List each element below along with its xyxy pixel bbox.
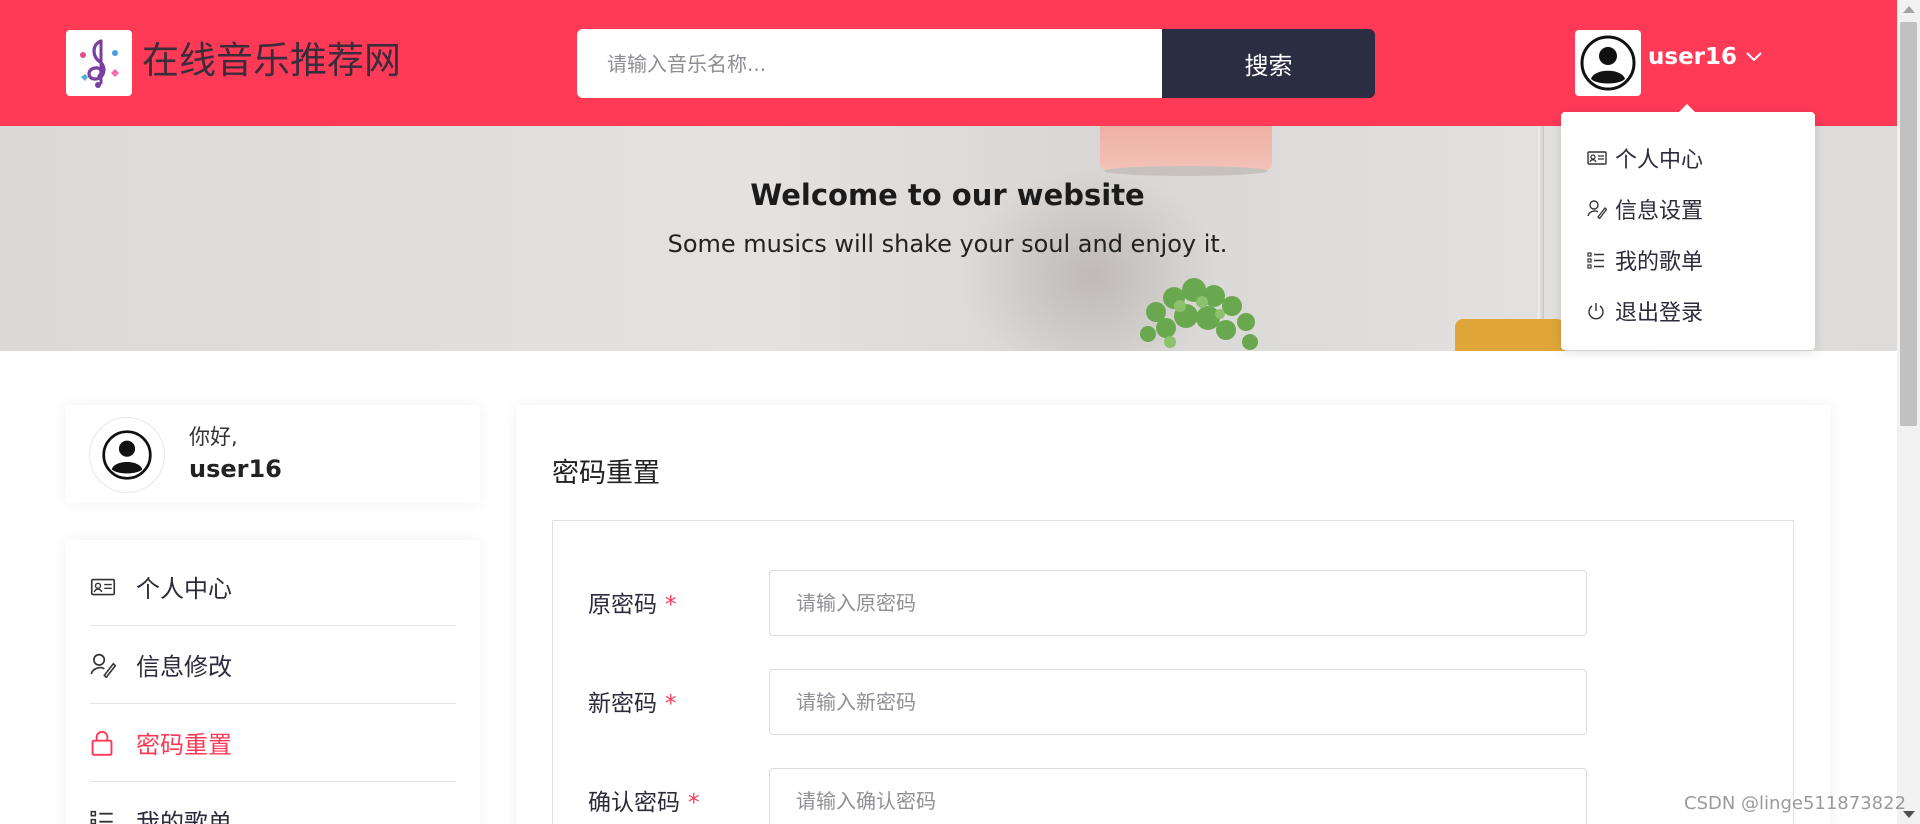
power-icon — [1587, 301, 1607, 321]
new-password-input[interactable] — [769, 669, 1587, 735]
dropdown-item-label: 信息设置 — [1615, 198, 1704, 224]
lock-icon — [90, 729, 118, 757]
user-avatar-icon — [102, 430, 152, 480]
scroll-up-arrow-icon[interactable] — [1903, 6, 1915, 13]
site-title: 在线音乐推荐网 — [142, 39, 401, 82]
sidebar-item-label: 个人中心 — [136, 575, 232, 603]
user-dropdown-menu: 个人中心 信息设置 我的歌单 退出登录 — [1561, 104, 1815, 350]
header-avatar[interactable] — [1575, 30, 1641, 96]
search-button[interactable]: 搜索 — [1162, 29, 1375, 98]
header-username: user16 — [1648, 44, 1738, 70]
password-reset-panel: 密码重置 原密码 * 新密码 * 确认密码 * — [516, 405, 1830, 824]
avatar[interactable] — [89, 417, 165, 493]
sidebar-item-password-reset[interactable]: 密码重置 — [90, 704, 456, 782]
dropdown-item-label: 个人中心 — [1615, 147, 1704, 173]
sidebar-item-profile[interactable]: 个人中心 — [90, 548, 456, 626]
dropdown-item-label: 退出登录 — [1615, 300, 1704, 326]
sidebar-item-playlist[interactable]: 我的歌单 — [90, 782, 456, 824]
music-note-icon — [80, 39, 119, 88]
field-label-text: 原密码 — [588, 592, 657, 618]
dropdown-item-logout[interactable]: 退出登录 — [1561, 285, 1815, 336]
user-avatar-icon — [1580, 35, 1636, 91]
required-mark: * — [665, 691, 677, 717]
sidebar-item-label: 密码重置 — [136, 731, 232, 759]
chevron-down-icon — [1746, 52, 1762, 62]
scrollbar-thumb[interactable] — [1900, 22, 1917, 426]
search-input[interactable] — [577, 29, 1163, 98]
id-card-icon — [1587, 148, 1607, 168]
watermark-text: CSDN @linge511873822 — [1684, 793, 1907, 814]
password-reset-form: 原密码 * 新密码 * 确认密码 * — [552, 520, 1794, 824]
form-row-confirm-password: 确认密码 * — [553, 768, 1793, 824]
old-password-input[interactable] — [769, 570, 1587, 636]
list-icon — [1587, 250, 1607, 270]
dropdown-item-label: 我的歌单 — [1615, 249, 1704, 275]
hero-plant-image — [1140, 278, 1258, 350]
required-mark: * — [688, 790, 700, 816]
top-header: 在线音乐推荐网 搜索 user16 — [0, 0, 1897, 126]
dropdown-item-playlist[interactable]: 我的歌单 — [1561, 234, 1815, 285]
sidebar-item-label: 信息修改 — [136, 653, 232, 681]
field-label: 新密码 * — [588, 684, 677, 718]
greeting-text: 你好, — [189, 425, 238, 449]
hero-chair-image — [1455, 319, 1565, 351]
user-edit-icon — [90, 651, 118, 679]
list-icon — [90, 807, 118, 824]
dropdown-item-profile[interactable]: 个人中心 — [1561, 132, 1815, 183]
required-mark: * — [665, 592, 677, 618]
site-logo[interactable] — [66, 30, 132, 96]
confirm-password-input[interactable] — [769, 768, 1587, 824]
form-row-new-password: 新密码 * — [553, 669, 1793, 735]
page-title: 密码重置 — [552, 458, 660, 489]
user-info-card: 你好, user16 — [66, 405, 480, 503]
user-edit-icon — [1587, 199, 1607, 219]
user-card-username: user16 — [189, 455, 282, 483]
hero-lamp-rim — [1104, 166, 1268, 176]
hero-lamp-image — [1100, 126, 1272, 170]
field-label: 确认密码 * — [588, 783, 700, 817]
sidebar-menu: 个人中心 信息修改 密码重置 我的歌单 — [66, 540, 480, 824]
sidebar-item-label: 我的歌单 — [136, 809, 232, 824]
field-label-text: 确认密码 — [588, 790, 680, 816]
field-label: 原密码 * — [588, 585, 677, 619]
form-row-old-password: 原密码 * — [553, 570, 1793, 636]
field-label-text: 新密码 — [588, 691, 657, 717]
dropdown-item-settings[interactable]: 信息设置 — [1561, 183, 1815, 234]
id-card-icon — [90, 573, 118, 601]
header-user-menu-trigger[interactable]: user16 — [1648, 44, 1763, 70]
page-scrollbar[interactable] — [1897, 0, 1920, 824]
sidebar-item-edit-info[interactable]: 信息修改 — [90, 626, 456, 704]
